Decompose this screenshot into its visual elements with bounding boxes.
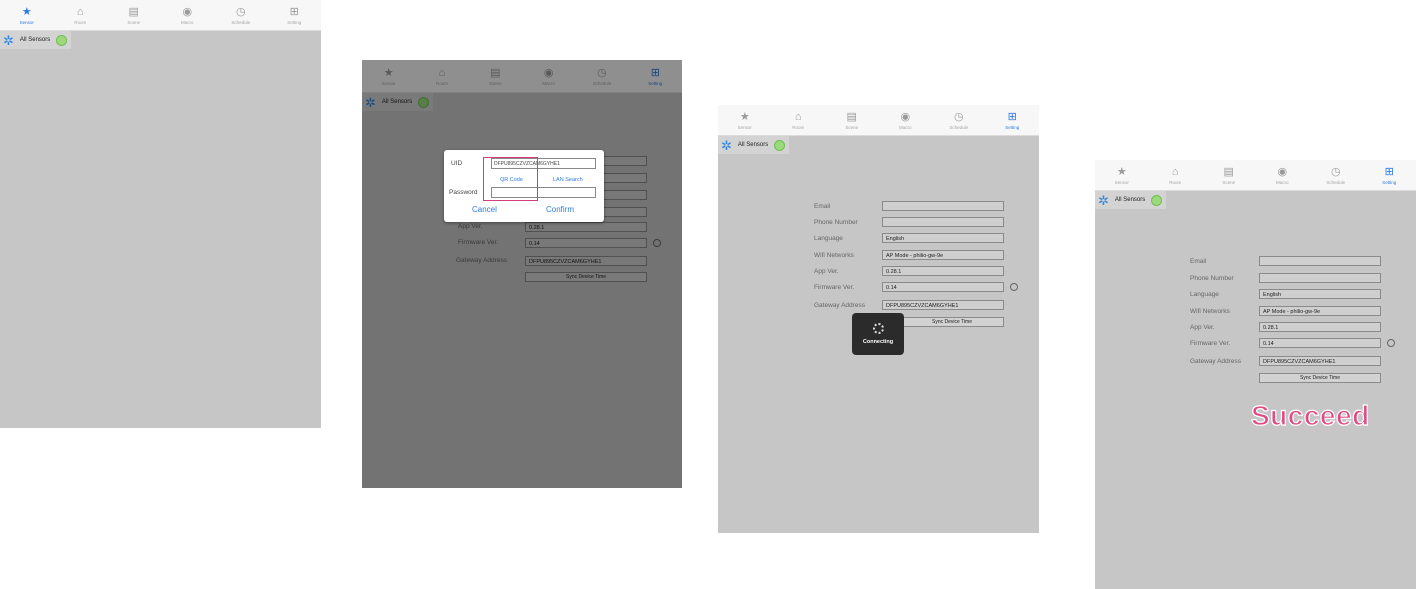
wifi-label: Wifi Networks	[1190, 308, 1230, 315]
status-icon	[774, 139, 786, 151]
tab-macro[interactable]: ◉ Macro	[883, 111, 927, 130]
page-title: All Sensors	[1114, 197, 1146, 203]
star-icon: ★	[21, 5, 32, 18]
tab-schedule[interactable]: ◷ Schedule	[219, 6, 263, 25]
screenshot-4: ★ Sensor ⌂ Room ▤ Scene ◉ Macro ◷ Schedule ⊞ S…	[1095, 160, 1416, 589]
language-label: Language	[1190, 291, 1219, 298]
connecting-hud: Connecting	[852, 313, 904, 355]
tab-sensor[interactable]: ★ Sensor	[5, 6, 49, 25]
scene-icon: ▤	[846, 110, 857, 123]
lan-search-button[interactable]: LAN Search	[553, 177, 583, 183]
status-icon	[56, 34, 68, 46]
sync-device-time-button[interactable]: Sync Device Time	[1259, 373, 1381, 383]
star-icon: ★	[1116, 165, 1127, 178]
tab-room[interactable]: ⌂ Room	[776, 111, 820, 130]
app-ver-label: App Ver.	[814, 268, 839, 275]
scene-icon: ▤	[128, 5, 139, 18]
screenshot-2: ★ Sensor ⌂ Room ▤ Scene ◉ Macro ◷ Schedule ⊞ S…	[362, 60, 682, 488]
email-field[interactable]	[882, 201, 1004, 211]
gateway-field: DFPU895CZVZCAM6GYHE1	[1259, 356, 1381, 366]
tab-macro[interactable]: ◉ Macro	[1260, 166, 1304, 185]
tab-scene[interactable]: ▤ Scene	[1207, 166, 1251, 185]
app-ver-field: 0.28.1	[1259, 322, 1381, 332]
tab-setting[interactable]: ⊞ Setting	[1367, 166, 1411, 185]
gear-icon[interactable]: ✲	[721, 139, 732, 152]
gear-icon[interactable]: ✲	[3, 34, 14, 47]
screenshot-1: ★ Sensor ⌂ Room ▤ Scene ◉ Macro ◷ Schedule ⊞ S…	[0, 0, 321, 428]
app-ver-field: 0.28.1	[882, 266, 1004, 276]
tab-sensor[interactable]: ★ Sensor	[1100, 166, 1144, 185]
clock-icon: ◷	[953, 110, 964, 123]
phone-field[interactable]	[1259, 273, 1381, 283]
firmware-field: 0.14	[882, 282, 1004, 292]
confirm-button[interactable]: Confirm	[546, 205, 574, 214]
tab-scene[interactable]: ▤ Scene	[830, 111, 874, 130]
tab-room[interactable]: ⌂ Room	[1153, 166, 1197, 185]
password-label: Password	[449, 189, 478, 196]
modal-overlay	[362, 60, 682, 488]
star-icon: ★	[739, 110, 750, 123]
uid-label: UID	[451, 160, 463, 167]
setting-icon: ⊞	[1384, 165, 1394, 178]
phone-label: Phone Number	[1190, 275, 1234, 282]
wifi-label: Wifi Networks	[814, 252, 854, 259]
hud-text: Connecting	[862, 339, 894, 345]
email-label: Email	[1190, 258, 1207, 265]
succeed-text: Succeed	[1250, 399, 1370, 431]
status-icon	[1151, 194, 1163, 206]
setting-icon: ⊞	[289, 5, 299, 18]
firmware-label: Firmware Ver.	[814, 284, 855, 291]
tab-schedule[interactable]: ◷ Schedule	[1314, 166, 1358, 185]
refresh-icon[interactable]	[1387, 339, 1395, 347]
language-field[interactable]: English	[882, 233, 1004, 243]
spinner-icon	[872, 323, 884, 334]
screenshot-3: ★ Sensor ⌂ Room ▤ Scene ◉ Macro ◷ Schedule ⊞ S…	[718, 105, 1039, 533]
house-icon: ⌂	[76, 5, 84, 18]
highlight-box	[483, 157, 538, 201]
tab-setting[interactable]: ⊞ Setting	[272, 6, 316, 25]
firmware-field: 0.14	[1259, 338, 1381, 348]
phone-label: Phone Number	[814, 219, 858, 226]
language-field[interactable]: English	[1259, 289, 1381, 299]
refresh-icon[interactable]	[1010, 283, 1018, 291]
tab-setting[interactable]: ⊞ Setting	[990, 111, 1034, 130]
gateway-label: Gateway Address	[1190, 358, 1241, 365]
sensor-header: ✲ All Sensors	[0, 31, 72, 49]
clock-icon: ◷	[1330, 165, 1341, 178]
house-icon: ⌂	[1171, 165, 1179, 178]
house-icon: ⌂	[794, 110, 802, 123]
wifi-field[interactable]: AP Mode - philio-gw-9e	[1259, 306, 1381, 316]
macro-icon: ◉	[900, 110, 911, 123]
tab-bar: ★ Sensor ⌂ Room ▤ Scene ◉ Macro ◷ Schedule ⊞ S…	[718, 105, 1039, 136]
cancel-button[interactable]: Cancel	[472, 205, 497, 214]
tab-macro[interactable]: ◉ Macro	[165, 6, 209, 25]
app-ver-label: App Ver.	[1190, 324, 1215, 331]
clock-icon: ◷	[235, 5, 246, 18]
tab-bar: ★ Sensor ⌂ Room ▤ Scene ◉ Macro ◷ Schedule ⊞ S…	[0, 0, 321, 31]
sensor-header: ✲ All Sensors	[1095, 191, 1167, 209]
sensor-header: ✲ All Sensors	[718, 136, 790, 154]
tab-room[interactable]: ⌂ Room	[58, 6, 102, 25]
tab-bar: ★ Sensor ⌂ Room ▤ Scene ◉ Macro ◷ Schedule ⊞ S…	[1095, 160, 1416, 191]
tab-schedule[interactable]: ◷ Schedule	[937, 111, 981, 130]
language-label: Language	[814, 235, 843, 242]
page-title: All Sensors	[737, 142, 769, 148]
gear-icon[interactable]: ✲	[1098, 194, 1109, 207]
gateway-field: DFPU895CZVZCAM6GYHE1	[882, 300, 1004, 310]
phone-field[interactable]	[882, 217, 1004, 227]
tab-scene[interactable]: ▤ Scene	[112, 6, 156, 25]
scene-icon: ▤	[1223, 165, 1234, 178]
setting-icon: ⊞	[1007, 110, 1017, 123]
email-field[interactable]	[1259, 256, 1381, 266]
macro-icon: ◉	[1277, 165, 1288, 178]
firmware-label: Firmware Ver.	[1190, 340, 1231, 347]
tab-sensor[interactable]: ★ Sensor	[723, 111, 767, 130]
wifi-field[interactable]: AP Mode - philio-gw-9e	[882, 250, 1004, 260]
sync-device-time-button[interactable]: Sync Device Time	[900, 317, 1004, 327]
macro-icon: ◉	[182, 5, 193, 18]
email-label: Email	[814, 203, 831, 210]
gateway-label: Gateway Address	[814, 302, 865, 309]
page-title: All Sensors	[19, 37, 51, 43]
